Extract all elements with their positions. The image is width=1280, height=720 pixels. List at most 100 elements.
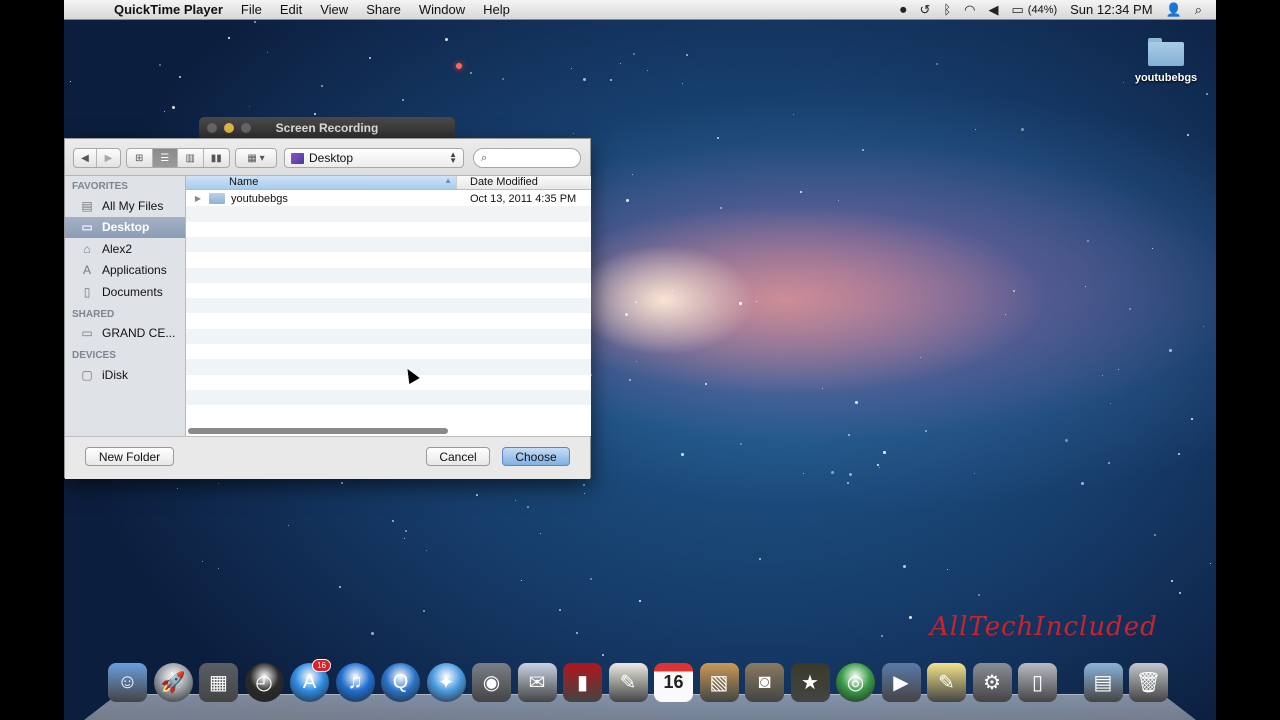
dock-item-movies-folder[interactable]: ▤ <box>1083 663 1123 702</box>
sidebar-item-idisk[interactable]: ▢ iDisk <box>65 364 185 386</box>
dock-item-system-preferences[interactable]: ⚙ <box>972 663 1012 702</box>
dock-item-movie[interactable]: ▶ <box>881 663 921 702</box>
dock-item-mission-control[interactable]: ▦ <box>199 663 238 702</box>
sidebar-item-grand-central[interactable]: ▭ GRAND CE... <box>65 323 185 345</box>
column-view-button[interactable]: ▥ <box>178 149 204 167</box>
forward-button[interactable]: ▶ <box>97 149 120 167</box>
documents-icon: ▯ <box>83 284 91 299</box>
star <box>625 313 629 317</box>
star <box>218 483 220 485</box>
user-icon[interactable]: 👤 <box>1166 2 1182 18</box>
dock-item-safari[interactable]: ✦ <box>426 663 466 702</box>
star <box>705 382 707 385</box>
menu-file[interactable]: File <box>241 2 262 17</box>
spotlight-search-icon[interactable]: ⌕ <box>1195 2 1202 18</box>
star <box>625 198 629 202</box>
column-header-name[interactable]: Name ▲ <box>186 176 456 189</box>
menu-edit[interactable]: Edit <box>280 2 302 17</box>
dock-item-chrome[interactable]: ◎ <box>836 663 875 702</box>
desktop-folder-youtubebgs[interactable]: youtubebgs <box>1126 38 1206 84</box>
sidebar-item-applications[interactable]: A Applications <box>65 260 185 282</box>
sidebar-item-documents[interactable]: ▯ Documents <box>65 281 185 303</box>
volume-icon[interactable]: ◀ <box>989 2 999 18</box>
star <box>371 632 375 636</box>
time-machine-icon[interactable]: ↺ <box>919 2 930 18</box>
dock-item-itunes[interactable]: ♫ <box>335 663 375 702</box>
back-button[interactable]: ◀ <box>74 149 97 167</box>
menu-bar: QuickTime Player File Edit View Share Wi… <box>64 0 1216 20</box>
search-input[interactable] <box>491 152 572 164</box>
menu-clock[interactable]: Sun 12:34 PM <box>1070 2 1152 17</box>
horizontal-scrollbar[interactable] <box>188 428 448 434</box>
list-row-empty <box>186 222 591 237</box>
choose-button[interactable]: Choose <box>502 447 570 466</box>
star <box>1152 248 1154 250</box>
dock-item-trash-can[interactable]: ▯ <box>1018 663 1057 702</box>
sidebar-item-desktop[interactable]: ▭ Desktop <box>65 216 185 238</box>
star <box>903 564 907 568</box>
dock-item-finder[interactable]: ☺ <box>108 663 147 702</box>
menu-window[interactable]: Window <box>419 2 465 17</box>
dock-item-trash[interactable]: 🗑 <box>1129 663 1168 702</box>
star <box>686 53 689 56</box>
menu-share[interactable]: Share <box>366 2 401 17</box>
location-label: Desktop <box>309 151 354 165</box>
search-field[interactable]: ⌕ <box>473 148 581 168</box>
star <box>681 83 683 85</box>
column-header-date-modified[interactable]: Date Modified <box>456 176 591 189</box>
notification-badge: 16 <box>312 659 331 672</box>
dock-item-stickies[interactable]: ✎ <box>927 663 966 702</box>
desktop: QuickTime Player File Edit View Share Wi… <box>64 0 1216 720</box>
dock-item-photo-booth[interactable]: ▮ <box>563 663 602 702</box>
dock: ☺ 🚀 ▦ ◴ A 16 ♫ Q ✦ ◉ ✉ ▮ ✎ 16 ▧ ◙ ★ ◎ ▶ ✎ ⚙ ▯ ▤ 🗑 <box>108 659 1168 702</box>
dock-item-iphoto[interactable]: ◙ <box>745 663 784 702</box>
star <box>1170 579 1173 582</box>
new-folder-button[interactable]: New Folder <box>85 447 174 466</box>
search-icon: ⌕ <box>481 151 488 164</box>
menu-app-name[interactable]: QuickTime Player <box>114 2 223 17</box>
star <box>755 301 757 303</box>
dock-item-launchpad[interactable]: 🚀 <box>153 663 193 702</box>
dock-item-imovie[interactable]: ★ <box>790 663 830 702</box>
cancel-button[interactable]: Cancel <box>426 447 490 466</box>
disclosure-triangle-icon[interactable]: ▶ <box>190 194 206 203</box>
screen-recording-icon[interactable]: ⏺ <box>900 2 907 18</box>
battery-icon[interactable]: ▭ <box>1012 2 1024 18</box>
imovie-icon: ★ <box>801 672 819 694</box>
bluetooth-icon[interactable]: ᛒ <box>943 2 951 17</box>
icon-view-button[interactable]: ⊞ <box>127 149 153 167</box>
menu-help[interactable]: Help <box>483 2 510 17</box>
star <box>1122 81 1124 83</box>
dock-item-preview[interactable]: ▧ <box>699 663 739 702</box>
dock-item-mail[interactable]: ✉ <box>517 663 557 702</box>
sidebar-item-alex2[interactable]: ⌂ Alex2 <box>65 238 185 260</box>
arrange-button[interactable]: ▦ ▾ <box>235 148 277 168</box>
list-view-button[interactable]: ☰ <box>152 149 178 167</box>
list-row-empty <box>186 252 591 267</box>
star <box>159 63 162 66</box>
star <box>974 472 976 474</box>
star <box>583 483 586 486</box>
wifi-icon[interactable]: ◠ <box>964 2 975 18</box>
desktop-folder-label: youtubebgs <box>1134 72 1198 84</box>
list-row-youtubebgs[interactable]: ▶ youtubebgs Oct 13, 2011 4:35 PM <box>186 191 591 206</box>
cover-flow-button[interactable]: ▮▮ <box>204 149 229 167</box>
choose-folder-dialog: ◀ ▶ ⊞ ☰ ▥ ▮▮ ▦ ▾ Desktop ▲ ▼ ⌕ FAVORITES… <box>64 138 591 479</box>
dock-item-quicktime[interactable]: Q <box>381 663 420 702</box>
menu-view[interactable]: View <box>320 2 348 17</box>
sidebar-item-all-my-files[interactable]: ▤ All My Files <box>65 195 185 217</box>
dock-item-textedit[interactable]: ✎ <box>608 663 648 702</box>
list-row-empty <box>186 405 591 420</box>
dock-item-app-store[interactable]: A 16 <box>290 659 331 702</box>
back-arrow-icon: ◀ <box>81 152 89 164</box>
star <box>848 434 851 436</box>
star <box>401 99 404 102</box>
star <box>636 360 638 362</box>
location-popup[interactable]: Desktop ▲ ▼ <box>284 148 464 168</box>
dock-item-dashboard[interactable]: ◴ <box>244 663 284 702</box>
star <box>974 128 976 130</box>
dialog-toolbar: ◀ ▶ ⊞ ☰ ▥ ▮▮ ▦ ▾ Desktop ▲ ▼ ⌕ <box>65 139 590 176</box>
dock-item-calendar[interactable]: 16 <box>654 663 693 702</box>
star <box>368 56 371 59</box>
dock-item-facetime[interactable]: ◉ <box>472 663 511 702</box>
